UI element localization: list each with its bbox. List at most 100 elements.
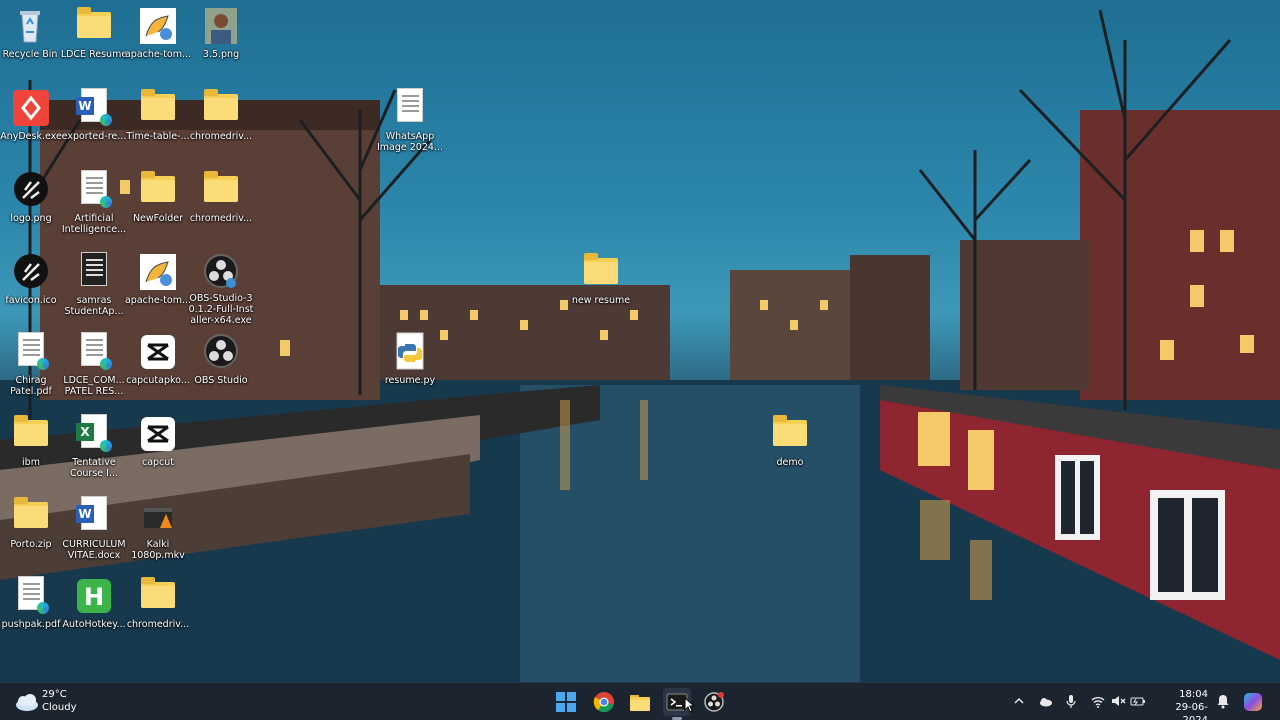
desktop-icon-artificial-intelligence[interactable]: Artificial Intelligence...: [62, 166, 126, 244]
weather-temp: 29°C: [42, 689, 67, 700]
windows-logo-icon: [556, 692, 576, 712]
obs-studio-icon: [201, 332, 241, 372]
zip-folder-icon: [11, 414, 51, 454]
desktop-icon-new-resume[interactable]: new resume: [569, 248, 633, 326]
obs-installer-icon: [201, 252, 241, 290]
image-file-icon: [390, 88, 430, 128]
capcut-icon: [138, 414, 178, 454]
notification-bell-icon[interactable]: [1215, 693, 1231, 709]
desktop-icon-obs-studio[interactable]: OBS Studio: [189, 328, 253, 406]
desktop-icon-label: LDCE Resume: [60, 49, 128, 60]
desktop-icon-chromedriver-1[interactable]: chromedriv...: [189, 84, 253, 162]
desktop-icon-label: Kalki 1080p.mkv: [131, 539, 185, 561]
system-clock[interactable]: 18:04 29-06-2024: [1150, 688, 1208, 720]
zip-folder-icon: [770, 414, 810, 454]
desktop-icon-apache-tomcat-2[interactable]: apache-tom...: [124, 248, 192, 326]
apache-tomcat-icon: [138, 252, 178, 292]
desktop-icon-ibm[interactable]: ibm: [0, 410, 63, 488]
desktop-icon-apache-tomcat[interactable]: apache-tom...: [125, 2, 191, 80]
autohotkey-icon: H: [74, 576, 114, 616]
desktop-icon-exported-resume[interactable]: W exported-re...: [62, 84, 126, 162]
video-file-icon: [138, 496, 178, 536]
desktop-icon-ldce-com-patel[interactable]: LDCE_COM... PATEL RES...: [62, 328, 126, 406]
desktop-icon-obs-installer[interactable]: OBS-Studio-3 0.1.2-Full-Inst aller-x64.e…: [189, 248, 253, 326]
desktop-icon-anydesk[interactable]: AnyDesk.exe: [0, 84, 63, 162]
clock-date: 29-06-2024: [1175, 702, 1208, 720]
desktop-icon-pushpak-pdf[interactable]: pushpak.pdf: [0, 572, 63, 650]
desktop-icon-label: chromedriv...: [189, 213, 253, 224]
desktop-icon-logo-png[interactable]: logo.png: [0, 166, 63, 244]
clock-time: 18:04: [1179, 689, 1208, 700]
pdf-document-icon: [74, 170, 114, 210]
desktop-icon-samras[interactable]: samras StudentAp...: [62, 248, 126, 326]
desktop-icon-label: resume.py: [384, 375, 436, 386]
wifi-icon[interactable]: [1090, 693, 1106, 709]
folder-icon: [630, 695, 650, 711]
obs-logo-icon: [11, 170, 51, 210]
desktop-icon-label: Time-table-...: [126, 131, 190, 142]
folder-icon: [74, 6, 114, 46]
start-button[interactable]: [552, 688, 580, 716]
weather-widget[interactable]: 29°C Cloudy: [0, 683, 110, 720]
apache-tomcat-icon: [138, 6, 178, 46]
zip-folder-icon: [11, 496, 51, 536]
desktop-icon-demo[interactable]: demo: [758, 410, 822, 488]
desktop-icon-label: apache-tom...: [124, 295, 192, 306]
desktop-icon-label: exported-re...: [61, 131, 127, 142]
copilot-icon[interactable]: [1243, 692, 1263, 712]
desktop-icon-chromedriver-3[interactable]: chromedriv...: [126, 572, 190, 650]
desktop-icon-label: AnyDesk.exe: [0, 131, 62, 142]
desktop-icon-tentative-course[interactable]: X Tentative Course I...: [62, 410, 126, 488]
desktop-icon-label: new resume: [571, 295, 631, 306]
desktop-icon-label: demo: [776, 457, 804, 468]
desktop-icon-recycle-bin[interactable]: Recycle Bin: [0, 2, 62, 80]
desktop-icon-favicon[interactable]: favicon.ico: [0, 248, 63, 326]
desktop-icon-label: ibm: [22, 457, 40, 468]
folder-icon: [138, 88, 178, 128]
desktop-icon-chromedriver-2[interactable]: chromedriv...: [189, 166, 253, 244]
recycle-bin-icon: [10, 6, 50, 46]
obs-logo-icon: [11, 252, 51, 292]
desktop-icon-label: Chirag Patel.pdf: [10, 375, 52, 397]
image-file-icon: [201, 6, 241, 46]
excel-document-icon: X: [74, 414, 114, 454]
pdf-document-icon: [11, 332, 51, 372]
folder-icon: [138, 170, 178, 210]
word-document-icon: W: [74, 496, 114, 536]
desktop-icon-label: capcutapko...: [126, 375, 190, 386]
weather-text: 29°C Cloudy: [42, 688, 76, 714]
desktop-icon-label: NewFolder: [132, 213, 184, 224]
document-icon: [74, 252, 114, 292]
desktop-icon-kalki-mkv[interactable]: Kalki 1080p.mkv: [126, 492, 190, 570]
speaker-muted-icon[interactable]: [1110, 693, 1126, 709]
desktop-icon-label: Artificial Intelligence...: [61, 213, 127, 235]
pdf-document-icon: [74, 332, 114, 372]
desktop-icon-chirag-patel-pdf[interactable]: Chirag Patel.pdf: [0, 328, 63, 406]
desktop-icon-ldce-resume[interactable]: LDCE Resume: [60, 2, 128, 80]
obs-icon: [704, 692, 724, 712]
desktop-icon-label: capcut: [141, 457, 175, 468]
desktop-icon-3-5-png[interactable]: 3.5.png: [189, 2, 253, 80]
desktop-icon-autohotkey[interactable]: H AutoHotkey...: [62, 572, 126, 650]
pdf-document-icon: [11, 576, 51, 616]
desktop-icon-time-table[interactable]: Time-table-...: [126, 84, 190, 162]
microphone-icon[interactable]: [1063, 693, 1079, 709]
python-file-icon: [390, 332, 430, 372]
battery-icon[interactable]: [1130, 693, 1146, 709]
onedrive-cloud-icon[interactable]: [1037, 693, 1053, 709]
chevron-up-icon[interactable]: [1011, 693, 1027, 709]
desktop-icon-curriculum-vitae[interactable]: W CURRICULUM VITAE.docx: [62, 492, 126, 570]
desktop-icon-label: logo.png: [10, 213, 52, 224]
desktop-icon-capcutapk[interactable]: capcutapko...: [126, 328, 190, 406]
folder-icon: [581, 252, 621, 292]
desktop-icon-porto-zip[interactable]: Porto.zip: [0, 492, 63, 570]
capcut-icon: [138, 332, 178, 372]
file-explorer-button[interactable]: [626, 688, 654, 716]
desktop-icon-capcut[interactable]: capcut: [126, 410, 190, 488]
desktop-icon-resume-py[interactable]: resume.py: [378, 328, 442, 406]
desktop-icon-label: Porto.zip: [10, 539, 52, 550]
chrome-button[interactable]: [590, 688, 618, 716]
desktop-icon-newfolder[interactable]: NewFolder: [126, 166, 190, 244]
obs-taskbar-button[interactable]: [700, 688, 728, 716]
desktop-icon-whatsapp-image[interactable]: WhatsApp Image 2024...: [377, 84, 443, 162]
